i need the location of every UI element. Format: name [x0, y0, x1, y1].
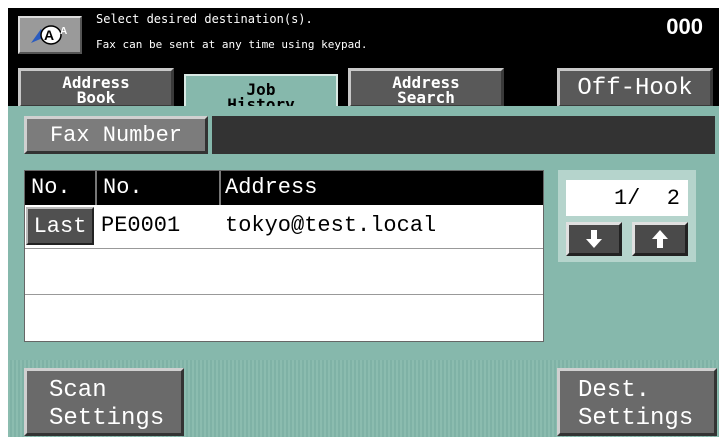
page-down-button[interactable]	[566, 222, 622, 256]
scan-settings-button[interactable]: Scan Settings	[24, 368, 184, 436]
table-row[interactable]	[25, 297, 543, 341]
counter: 000	[666, 14, 703, 39]
column-header-no: No.	[31, 175, 71, 200]
table-row[interactable]: Last PE0001 tokyo@test.local	[25, 205, 543, 249]
header-bar: A A Select desired destination(s). Fax c…	[8, 8, 719, 60]
fax-number-field[interactable]	[212, 116, 715, 154]
fax-number-button[interactable]: Fax Number	[24, 116, 208, 154]
copier-screen: A A Select desired destination(s). Fax c…	[8, 8, 719, 437]
accessibility-button[interactable]: A A	[18, 16, 82, 54]
last-job-button[interactable]: Last	[26, 207, 94, 245]
page-up-button[interactable]	[632, 222, 688, 256]
column-header-address: Address	[225, 175, 318, 200]
svg-text:A: A	[44, 27, 54, 43]
last-label: Last	[33, 213, 87, 239]
fax-number-label: Fax Number	[49, 122, 183, 148]
arrow-down-icon	[586, 230, 602, 248]
table-header: No. No. Address	[25, 171, 543, 205]
tab-address-search-label: Address Search	[392, 73, 460, 107]
main-panel: Fax Number No. No. Address Last PE0001 t…	[8, 106, 719, 360]
instruction-line-2: Fax can be sent at any time using keypad…	[96, 38, 368, 51]
dest-settings-line-1: Dest.	[578, 377, 651, 404]
dest-settings-button[interactable]: Dest. Settings	[557, 368, 717, 436]
dest-settings-line-2: Settings	[578, 405, 694, 432]
destination-number: PE0001	[101, 213, 181, 238]
job-history-table: No. No. Address Last PE0001 tokyo@test.l…	[24, 170, 544, 342]
page-indicator: 1/ 2	[566, 180, 688, 216]
column-divider	[219, 171, 221, 205]
tab-address-book[interactable]: Address Book	[18, 68, 174, 108]
scan-settings-line-1: Scan	[49, 377, 107, 404]
off-hook-label: Off-Hook	[577, 74, 693, 102]
off-hook-button[interactable]: Off-Hook	[557, 68, 713, 108]
table-row[interactable]	[25, 251, 543, 295]
tab-address-book-label: Address Book	[62, 73, 130, 107]
column-header-dest-no: No.	[103, 175, 143, 200]
accessibility-aa-icon: A A	[31, 25, 67, 45]
bottom-bar: Scan Settings Dest. Settings	[8, 360, 719, 437]
arrow-up-icon	[652, 230, 668, 248]
tab-address-search[interactable]: Address Search	[348, 68, 504, 108]
svg-text:A: A	[60, 26, 67, 37]
column-divider	[95, 171, 97, 205]
destination-address: tokyo@test.local	[225, 213, 437, 238]
pager: 1/ 2	[558, 170, 696, 262]
instruction-line-1: Select desired destination(s).	[96, 12, 313, 26]
scan-settings-line-2: Settings	[49, 405, 165, 432]
